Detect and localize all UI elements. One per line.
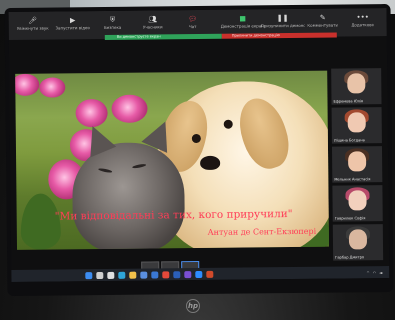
stop-share-button[interactable]: Припинити демонстрацію	[221, 32, 337, 39]
participant-name: Ліщина Богдана	[333, 138, 365, 143]
word-icon[interactable]	[173, 270, 181, 278]
participant-face	[347, 73, 366, 94]
store-icon[interactable]	[140, 271, 148, 279]
monitor: 🎤︎ Увімкнути звук ▶ Запустити відео ⛨ Бе…	[4, 3, 394, 297]
participant-face	[347, 112, 366, 133]
shield-icon: ⛨	[109, 15, 116, 24]
unmute-button[interactable]: 🎤︎ Увімкнути звук	[15, 17, 51, 31]
participants-icon: 👥︎	[148, 15, 158, 24]
participant-gallery: Ефремова Юлія Ліщина Богдана Мельник Ана…	[331, 68, 384, 265]
taskbar-icons	[85, 270, 214, 279]
chat-label: Чат	[188, 24, 197, 30]
flower	[15, 73, 40, 96]
zoom-icon[interactable]	[195, 270, 203, 278]
participant-face	[348, 151, 367, 172]
annotate-button[interactable]: ✎ Комментувати	[305, 14, 341, 28]
share-screen-label: Демонстрація екрана	[220, 23, 265, 29]
puppy-nose	[200, 155, 221, 170]
system-tray: ^ ◠ ◄	[366, 270, 385, 275]
start-video-label: Запустити відео	[55, 25, 90, 31]
pause-icon: ❚❚	[276, 14, 289, 23]
participant-name: Гарбар Дмитро	[335, 255, 365, 260]
microphone-icon: 🎤︎	[28, 16, 38, 25]
participant-face	[348, 190, 367, 211]
share-screen-icon: ■	[239, 14, 246, 23]
chat-button[interactable]: 💬︎ Чат	[175, 15, 211, 29]
participant-tile[interactable]: Мельник Анастасія	[331, 146, 383, 183]
slide-author: Антуан де Сент-Екзюпері	[207, 226, 317, 237]
pause-share-label: Призупинити демонстрацію	[260, 22, 305, 29]
more-icon: •••	[356, 13, 369, 22]
windows-start-icon[interactable]	[85, 271, 93, 279]
annotate-icon: ✎	[319, 13, 326, 22]
security-button[interactable]: ⛨ Безпека	[95, 16, 131, 30]
wifi-icon[interactable]: ◠	[373, 270, 377, 275]
participant-tile[interactable]: Гаврилюк Софія	[332, 185, 383, 222]
file-explorer-icon[interactable]	[129, 271, 137, 279]
task-view-icon[interactable]	[107, 271, 115, 279]
participant-face	[348, 229, 368, 250]
more-button[interactable]: ••• Додатково	[345, 13, 381, 27]
share-screen-button[interactable]: ■ Демонстрація екрана	[221, 14, 265, 29]
search-icon[interactable]	[96, 271, 104, 279]
participants-button[interactable]: 👥︎ Учасники	[135, 15, 171, 29]
participant-name: Ефремова Юлія	[333, 99, 364, 104]
flower	[111, 94, 148, 123]
chrome-icon[interactable]	[162, 270, 170, 278]
viber-icon[interactable]	[184, 270, 192, 278]
participant-name: Мельник Анастасія	[334, 177, 371, 182]
flower	[39, 77, 66, 98]
video-camera-icon: ▶	[69, 16, 76, 25]
participant-tile[interactable]: Ефремова Юлія	[331, 68, 382, 105]
volume-icon[interactable]: ◄	[379, 270, 382, 275]
edge-browser-icon[interactable]	[118, 271, 126, 279]
sharing-status-text: Ви демонструєте екран	[104, 33, 222, 40]
kitten	[71, 142, 186, 250]
photo-of-monitor: 🎤︎ Увімкнути звук ▶ Запустити відео ⛨ Бе…	[0, 0, 395, 320]
participant-name: Гаврилюк Софія	[334, 216, 366, 221]
participant-tile[interactable]: Гарбар Дмитро	[332, 224, 384, 261]
chat-icon: 💬︎	[188, 15, 198, 24]
screen: 🎤︎ Увімкнути звук ▶ Запустити відео ⛨ Бе…	[8, 8, 390, 282]
puppy-eye	[223, 119, 233, 129]
unmute-label: Увімкнути звук	[16, 25, 49, 31]
pause-share-button[interactable]: ❚❚ Призупинити демонстрацію	[261, 14, 305, 28]
sharing-status-bar: Ви демонструєте екран Припинити демонстр…	[104, 32, 337, 40]
security-label: Безпека	[104, 24, 122, 30]
more-label: Додатково	[351, 22, 375, 28]
hp-logo: hp	[186, 299, 200, 313]
mail-icon[interactable]	[151, 270, 159, 279]
participants-label: Учасники	[142, 24, 163, 30]
start-video-button[interactable]: ▶ Запустити відео	[55, 16, 91, 30]
annotate-label: Комментувати	[307, 22, 339, 28]
puppy-eye	[191, 133, 201, 144]
participant-tile[interactable]: Ліщина Богдана	[331, 107, 382, 144]
shared-slide: "Ми відповідальні за тих, кого приручили…	[15, 70, 330, 250]
windows-taskbar: ^ ◠ ◄	[11, 266, 390, 282]
powerpoint-icon[interactable]	[206, 270, 214, 278]
tray-chevron-icon[interactable]: ^	[366, 270, 369, 275]
